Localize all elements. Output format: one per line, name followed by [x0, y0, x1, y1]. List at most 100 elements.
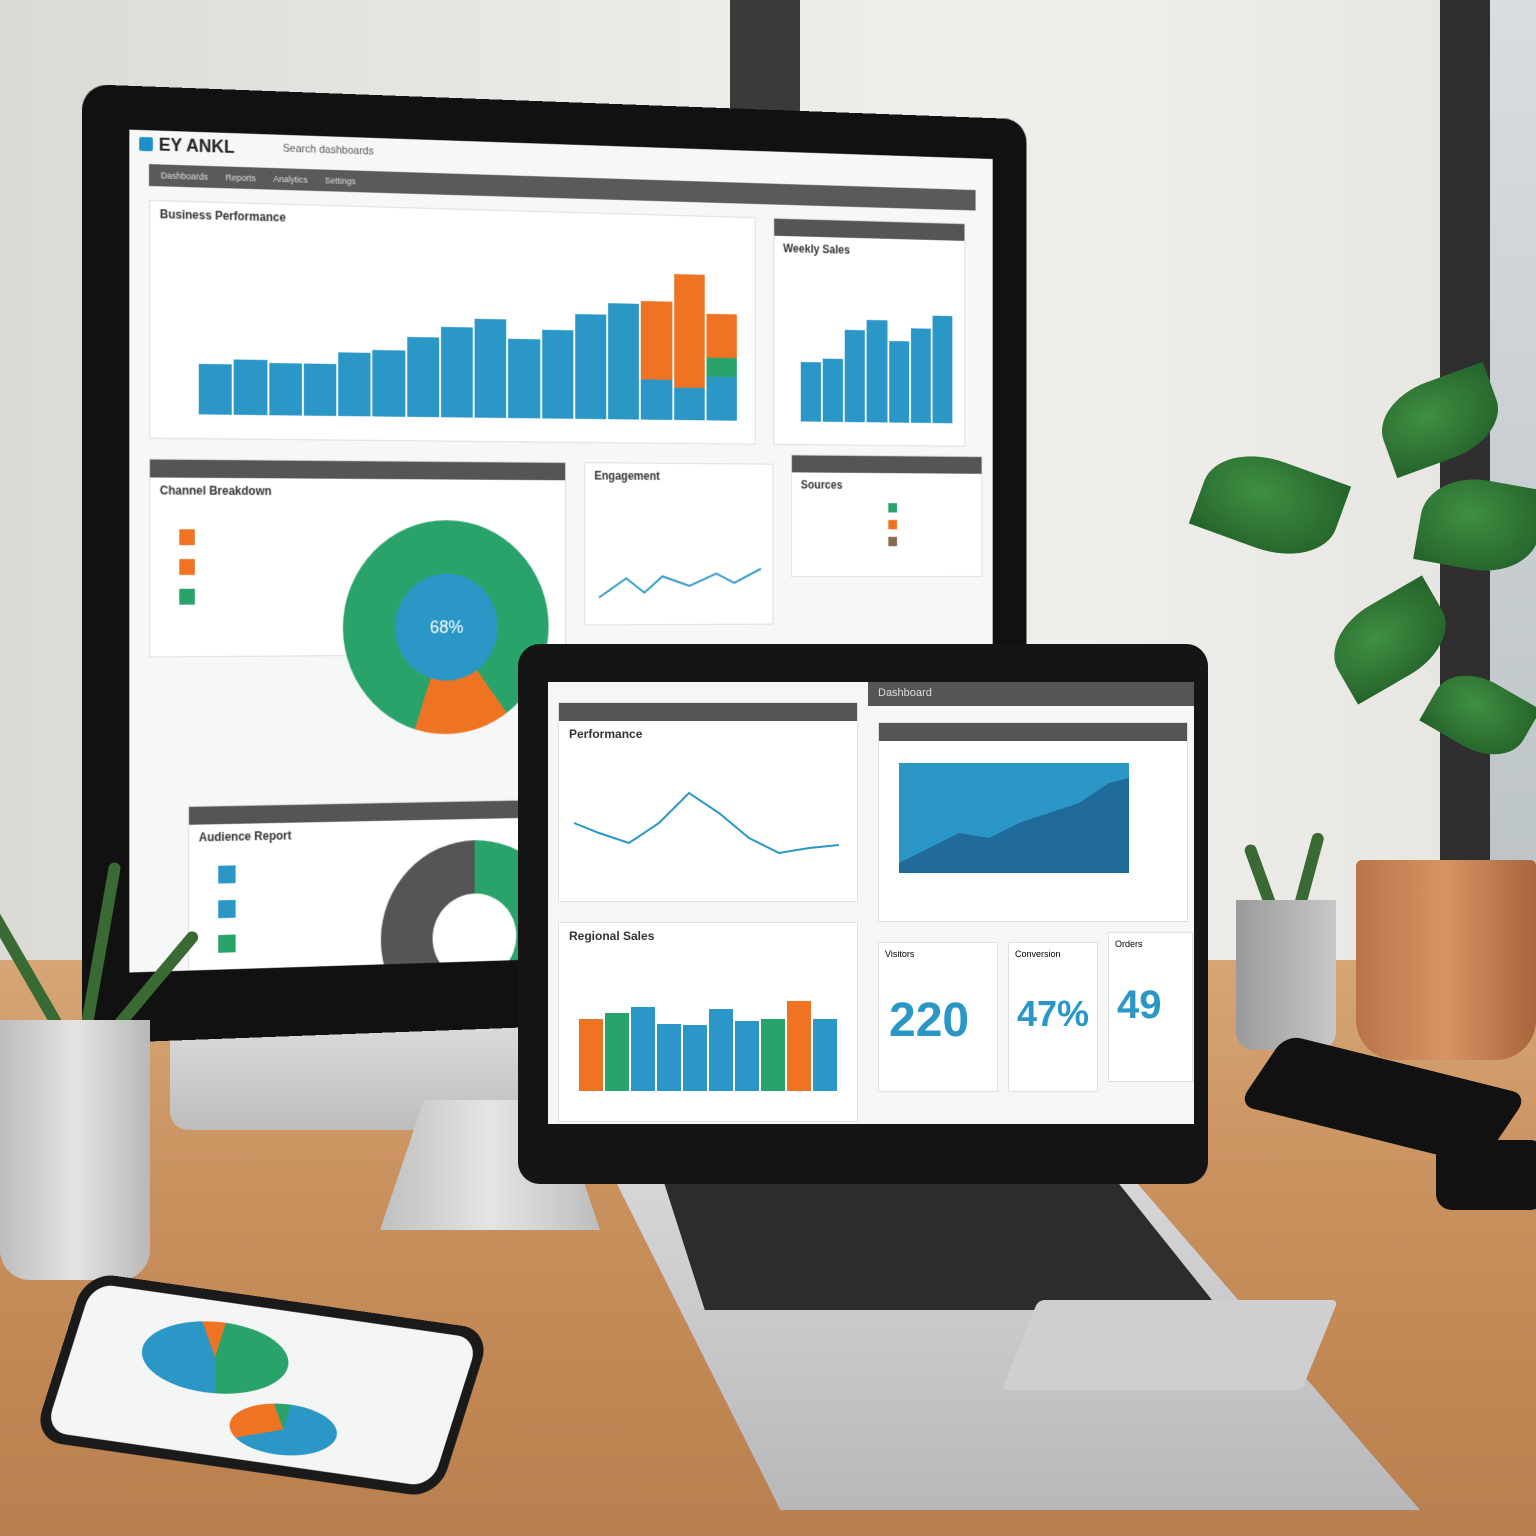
legend-swatch-green [179, 588, 195, 605]
bar [406, 337, 439, 418]
bar [640, 300, 672, 420]
legend-swatch-green [218, 934, 236, 953]
laptop-trackpad[interactable] [1001, 1300, 1339, 1390]
bar [866, 319, 888, 423]
smartphone-3 [1436, 1140, 1536, 1210]
bar [303, 363, 337, 416]
laptop-bar-title: Regional Sales [569, 929, 655, 943]
bar [888, 341, 909, 423]
plant-pot-right [1356, 860, 1536, 1060]
kpi-label: Orders [1115, 939, 1143, 949]
kpi-label: Visitors [885, 949, 915, 959]
side-chart-title: Weekly Sales [783, 241, 850, 257]
donut-panel-title: Channel Breakdown [159, 483, 272, 498]
bar [508, 339, 540, 419]
nav-item[interactable]: Settings [325, 176, 356, 187]
line-series [573, 791, 840, 855]
laptop: Performance Dashboard Regional Sales Vis… [518, 644, 1208, 1184]
legend-swatch-green [888, 503, 898, 513]
brand-name: EY ANKL [158, 134, 235, 157]
nav-item[interactable]: Reports [225, 172, 255, 183]
kpi-value: 49 [1117, 983, 1162, 1027]
kpi-card: Visitors 220 [878, 942, 998, 1092]
laptop-bar-panel: Regional Sales [558, 922, 858, 1122]
legend-swatch-orange [179, 559, 195, 575]
donut-center-label: 68% [429, 616, 464, 637]
bar [761, 1019, 785, 1091]
bar [735, 1021, 759, 1091]
donut-center: 68% [395, 573, 498, 682]
donut-panel: Channel Breakdown 68% [148, 458, 567, 736]
laptop-line-header [559, 703, 857, 721]
laptop-area-chart [899, 763, 1129, 873]
bar [822, 358, 844, 422]
legend-swatch-blue [218, 865, 236, 884]
laptop-line-chart [573, 791, 840, 855]
bar [657, 1023, 681, 1091]
legend-swatch-orange [888, 519, 898, 530]
bar [268, 363, 302, 416]
legend-panel-title: Sources [800, 478, 843, 492]
bar [233, 359, 267, 416]
phone-pie-chart [131, 1312, 299, 1403]
bar-segment-orange [673, 274, 705, 389]
bar [579, 1019, 603, 1091]
nav-item[interactable]: Dashboards [161, 170, 208, 181]
phone-pie-chart-2 [222, 1397, 345, 1462]
bar [910, 328, 931, 424]
bar [673, 274, 705, 421]
bar [813, 1019, 837, 1091]
plant-pot-left [0, 1020, 150, 1280]
legend-swatch-brown [888, 536, 898, 547]
kpi-value: 47% [1017, 993, 1090, 1034]
bar [474, 318, 507, 419]
bar-segment-green [706, 357, 737, 378]
bar [631, 1007, 655, 1091]
bar [683, 1025, 707, 1091]
line-panel-title: Engagement [594, 468, 660, 483]
laptop-bar-chart [579, 971, 837, 1091]
bar [844, 329, 866, 423]
legend-panel-header [791, 455, 982, 474]
bar [932, 315, 953, 424]
line-chart [590, 521, 770, 617]
bar [709, 1009, 733, 1091]
laptop-line-title: Performance [569, 727, 643, 741]
bar [706, 313, 737, 421]
bar [787, 1001, 811, 1091]
legend-swatch-orange [179, 529, 195, 546]
kpi-card: Conversion 47% [1008, 942, 1098, 1092]
laptop-screen: Performance Dashboard Regional Sales Vis… [548, 682, 1194, 1124]
bar-segment-orange [706, 313, 737, 358]
side-bar-chart [800, 289, 953, 424]
legend-panel: Sources [791, 454, 983, 578]
nav-item[interactable]: Analytics [273, 174, 308, 185]
search-input[interactable]: Search dashboards [283, 143, 374, 158]
laptop-area-header [879, 723, 1187, 741]
bar [574, 314, 607, 420]
bar [800, 362, 822, 422]
legend-swatch-blue [218, 899, 236, 919]
plant-pot-small [1236, 900, 1336, 1050]
bar [372, 349, 405, 417]
main-chart-title: Business Performance [159, 207, 286, 225]
kpi-card: Orders 49 [1108, 932, 1193, 1082]
kpi-label: Conversion [1015, 949, 1061, 959]
side-chart-panel: Weekly Sales [773, 217, 966, 447]
bar [198, 363, 232, 415]
line-series [599, 569, 761, 598]
main-chart-panel: Business Performance [148, 199, 756, 445]
kpi-value: 220 [889, 994, 970, 1047]
laptop-topbar: Dashboard [868, 682, 1194, 706]
bar [541, 329, 574, 419]
brand: EY ANKL [139, 133, 235, 157]
laptop-brand: Dashboard [878, 687, 932, 699]
bar [440, 326, 473, 418]
brand-logo-icon [139, 136, 153, 152]
laptop-line-panel: Performance [558, 702, 858, 902]
main-bar-chart [198, 246, 737, 421]
bar [338, 352, 371, 417]
bar [608, 303, 640, 420]
bar-segment-orange [640, 300, 672, 380]
line-panel: Engagement [584, 462, 774, 626]
